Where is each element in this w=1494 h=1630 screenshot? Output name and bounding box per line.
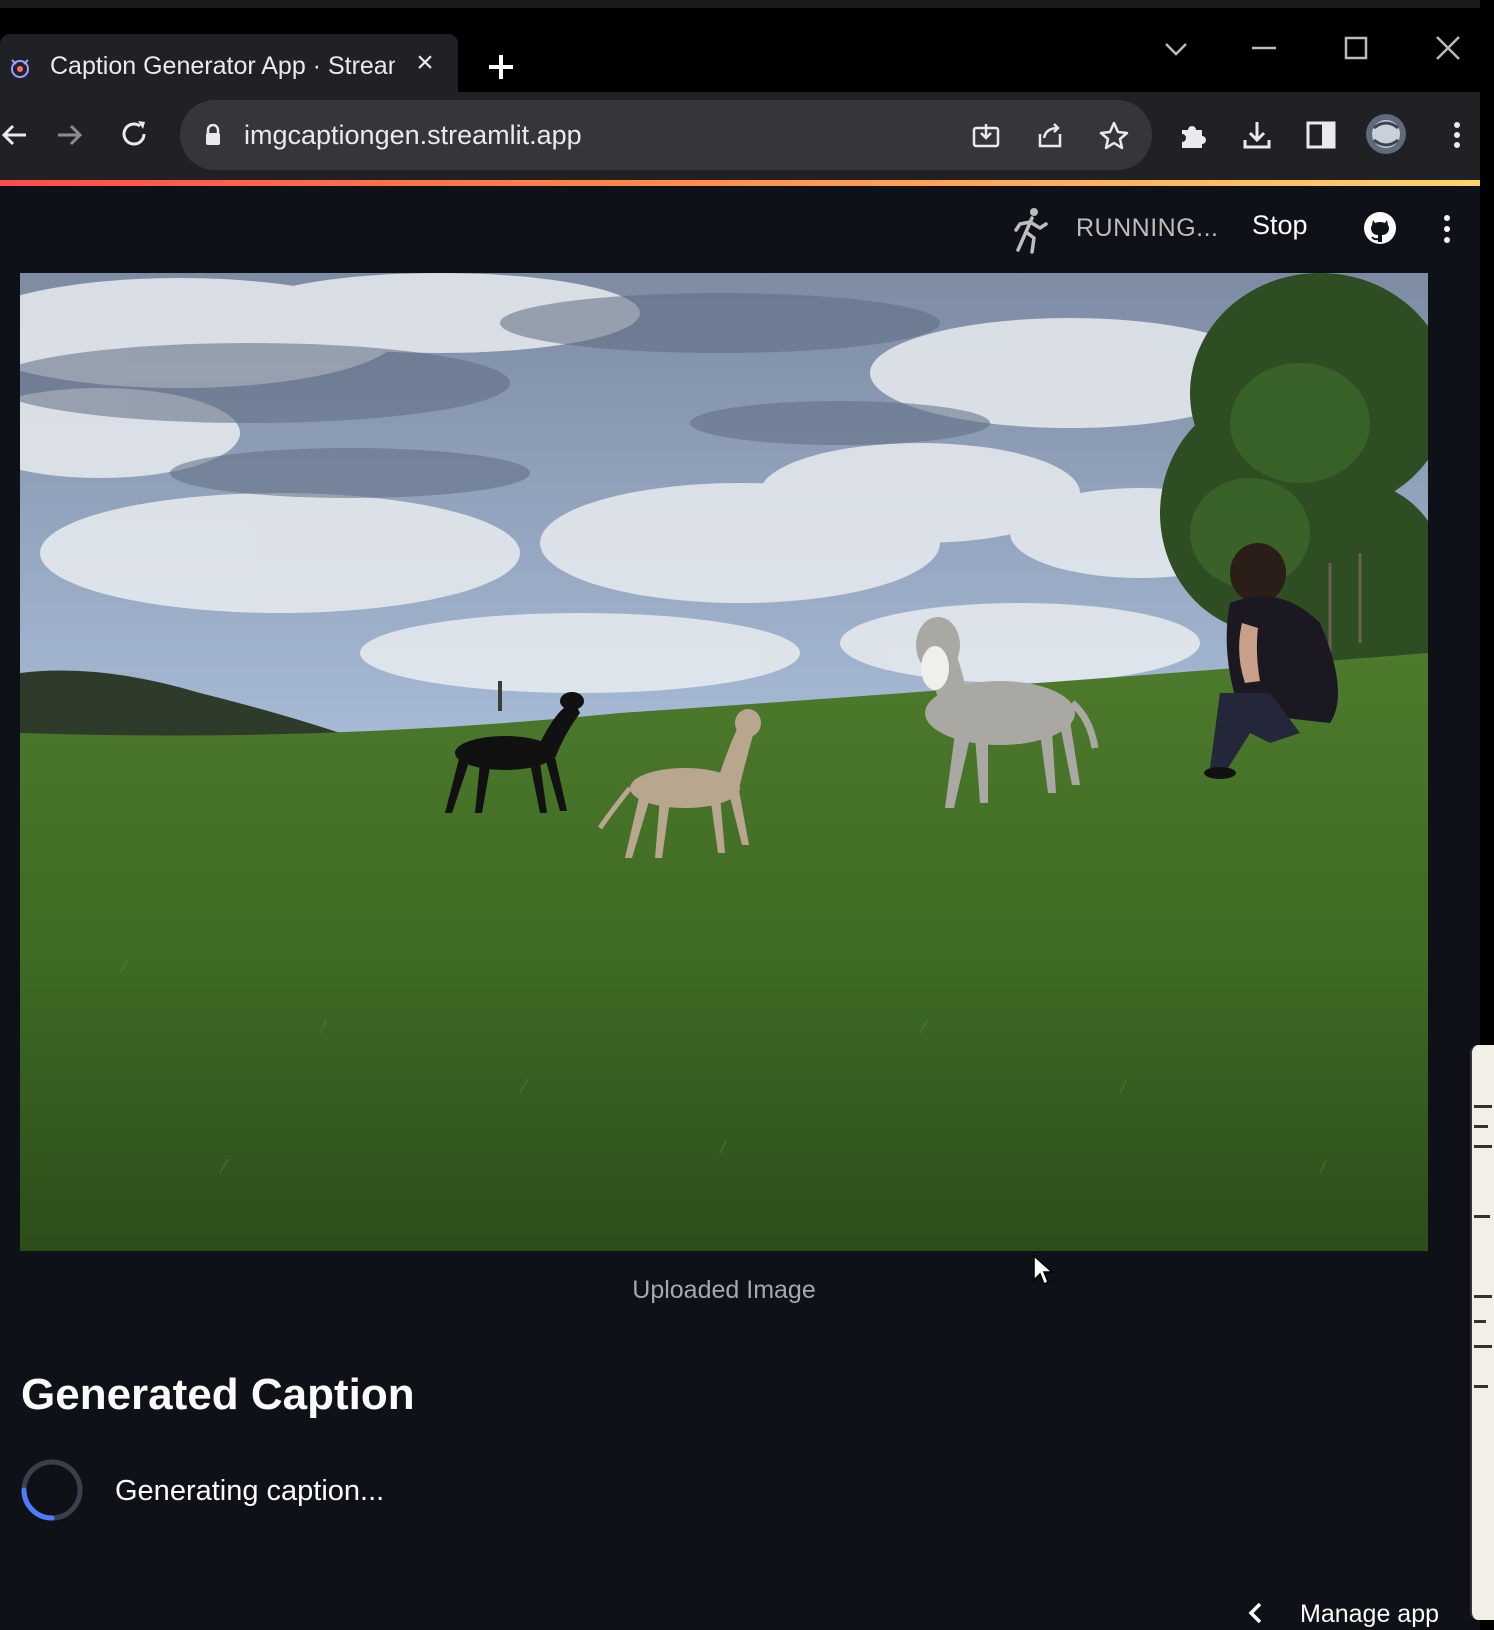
mouse-cursor-icon (1033, 1254, 1054, 1286)
running-status: RUNNING... (1076, 214, 1219, 242)
extensions-icon[interactable] (1176, 118, 1210, 152)
profile-avatar-icon[interactable] (1364, 112, 1408, 156)
manage-app-button[interactable]: Manage app (1300, 1600, 1439, 1629)
back-arrow-icon[interactable] (0, 120, 30, 150)
streamlit-favicon-icon (11, 59, 29, 78)
star-icon[interactable] (1098, 120, 1130, 152)
tab-title: Caption Generator App · Streamli (50, 52, 395, 80)
stop-button[interactable]: Stop (1252, 210, 1308, 241)
maximize-icon[interactable] (1336, 32, 1376, 66)
forward-arrow-icon[interactable] (54, 120, 84, 150)
url-text: imgcaptiongen.streamlit.app (244, 120, 582, 150)
minimize-icon[interactable] (1244, 32, 1284, 66)
running-man-icon (1014, 208, 1048, 254)
spinner-text: Generating caption... (115, 1475, 385, 1507)
chevron-left-icon[interactable] (1246, 1600, 1264, 1626)
chevron-down-icon[interactable] (1156, 32, 1196, 66)
github-icon[interactable] (1362, 210, 1398, 246)
lock-icon (206, 124, 220, 145)
browser-tab[interactable]: Caption Generator App · Streamli × (0, 34, 458, 100)
plus-icon[interactable] (484, 50, 518, 84)
reload-icon[interactable] (118, 118, 150, 150)
window-close-icon[interactable] (1428, 32, 1468, 66)
app-header: RUNNING... Stop (0, 186, 1480, 272)
uploaded-image (20, 273, 1428, 1251)
image-caption: Uploaded Image (632, 1276, 816, 1304)
app-menu-icon[interactable] (1440, 212, 1454, 246)
kebab-menu-icon[interactable] (1440, 118, 1474, 152)
address-bar[interactable]: imgcaptiongen.streamlit.app (180, 100, 1152, 170)
section-title: Generated Caption (21, 1370, 415, 1419)
side-panel-icon[interactable] (1304, 118, 1338, 152)
background-window-thumbnail (1470, 1045, 1494, 1620)
spinner-icon (21, 1459, 83, 1521)
browser-toolbar: imgcaptiongen.streamlit.app (0, 92, 1480, 180)
download-icon[interactable] (1240, 118, 1274, 152)
browser-tab-bar: Caption Generator App · Streamli × (0, 0, 1480, 100)
install-icon[interactable] (970, 120, 1002, 152)
share-icon[interactable] (1034, 120, 1066, 152)
close-icon[interactable]: × (410, 48, 440, 78)
